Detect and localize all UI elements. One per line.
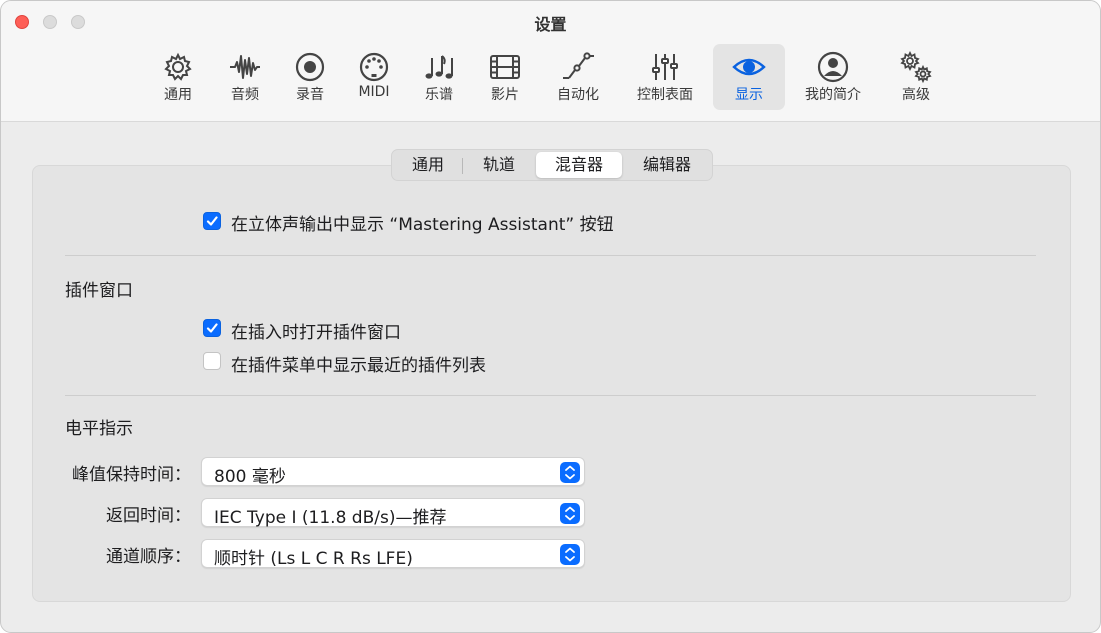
- checkmark-icon: [206, 323, 218, 333]
- record-icon: [295, 52, 325, 82]
- return-time-label: 返回时间：: [106, 506, 191, 526]
- toolbar-item-advanced[interactable]: 高级: [891, 44, 941, 110]
- toolbar-label: 自动化: [557, 87, 599, 103]
- peak-hold-label: 峰值保持时间：: [72, 465, 191, 485]
- mastering-assistant-label[interactable]: 在立体声输出中显示 “Mastering Assistant” 按钮: [231, 210, 614, 235]
- tab-general[interactable]: 通用: [396, 152, 460, 178]
- tab-mixer[interactable]: 混音器: [536, 152, 622, 178]
- toolbar-item-automation[interactable]: 自动化: [548, 44, 608, 110]
- separator: [65, 255, 1036, 256]
- toolbar-item-control-surfaces[interactable]: 控制表面: [629, 44, 701, 110]
- toolbar-label: MIDI: [358, 84, 390, 100]
- gear-icon: [164, 52, 192, 81]
- return-time-popup[interactable]: IEC Type I (11.8 dB/s)—推荐: [201, 498, 585, 528]
- show-recent-plugins-label[interactable]: 在插件菜单中显示最近的插件列表: [231, 351, 486, 376]
- toolbar-item-score[interactable]: 乐谱: [414, 44, 464, 110]
- toolbar-item-display[interactable]: 显示: [713, 44, 785, 110]
- person-icon: [817, 51, 849, 83]
- popup-stepper-icon: [560, 462, 580, 483]
- toolbar-label: 通用: [164, 87, 192, 103]
- open-plugin-on-insert-checkbox[interactable]: [203, 319, 221, 337]
- channel-order-label: 通道顺序：: [106, 547, 191, 567]
- toolbar-item-general[interactable]: 通用: [153, 44, 203, 110]
- channel-order-value: 顺时针 (Ls L C R Rs LFE): [214, 549, 413, 569]
- midi-port-icon: [359, 52, 389, 82]
- level-meter-section-title: 电平指示: [65, 419, 133, 439]
- film-icon: [490, 55, 520, 79]
- popup-stepper-icon: [560, 544, 580, 565]
- gears-icon: [900, 50, 932, 84]
- window-title: 设置: [534, 15, 567, 34]
- popup-stepper-icon: [560, 503, 580, 524]
- plugin-window-section-title: 插件窗口: [65, 281, 133, 301]
- tab-bar: 通用 轨道 混音器 编辑器: [391, 149, 713, 181]
- tab-tracks[interactable]: 轨道: [464, 152, 534, 178]
- show-recent-plugins-checkbox[interactable]: [203, 352, 221, 370]
- toolbar-item-movie[interactable]: 影片: [480, 44, 530, 110]
- toolbar-label: 音频: [231, 87, 259, 103]
- settings-window: 设置 通用 音频 录音 MIDI 乐谱 影片 自动化 控制表面 显示 我的简介 …: [0, 0, 1101, 633]
- toolbar-label: 高级: [902, 87, 930, 103]
- separator: [65, 395, 1036, 396]
- toolbar-item-my-info[interactable]: 我的简介: [797, 44, 869, 110]
- toolbar-label: 显示: [735, 87, 763, 103]
- open-plugin-on-insert-label[interactable]: 在插入时打开插件窗口: [231, 318, 401, 343]
- tab-divider: [462, 158, 463, 174]
- toolbar-item-audio[interactable]: 音频: [220, 44, 270, 110]
- toolbar-item-recording[interactable]: 录音: [285, 44, 335, 110]
- checkmark-icon: [206, 216, 218, 226]
- toolbar-item-midi[interactable]: MIDI: [349, 44, 399, 110]
- toolbar-label: 我的简介: [805, 87, 861, 103]
- return-time-value: IEC Type I (11.8 dB/s)—推荐: [214, 508, 447, 528]
- toolbar-label: 控制表面: [637, 87, 693, 103]
- waveform-icon: [230, 55, 260, 79]
- peak-hold-value: 800 毫秒: [214, 467, 286, 487]
- automation-curve-icon: [563, 52, 594, 79]
- music-notes-icon: [425, 55, 453, 79]
- toolbar-label: 录音: [296, 87, 324, 103]
- channel-order-popup[interactable]: 顺时针 (Ls L C R Rs LFE): [201, 539, 585, 569]
- tab-editors[interactable]: 编辑器: [624, 152, 710, 178]
- mastering-assistant-checkbox[interactable]: [203, 212, 221, 230]
- eye-icon: [732, 58, 766, 76]
- toolbar-label: 乐谱: [425, 87, 453, 103]
- toolbar-label: 影片: [491, 87, 519, 103]
- titlebar: 设置 通用 音频 录音 MIDI 乐谱 影片 自动化 控制表面 显示 我的简介 …: [1, 1, 1100, 122]
- sliders-icon: [652, 54, 678, 80]
- peak-hold-popup[interactable]: 800 毫秒: [201, 457, 585, 487]
